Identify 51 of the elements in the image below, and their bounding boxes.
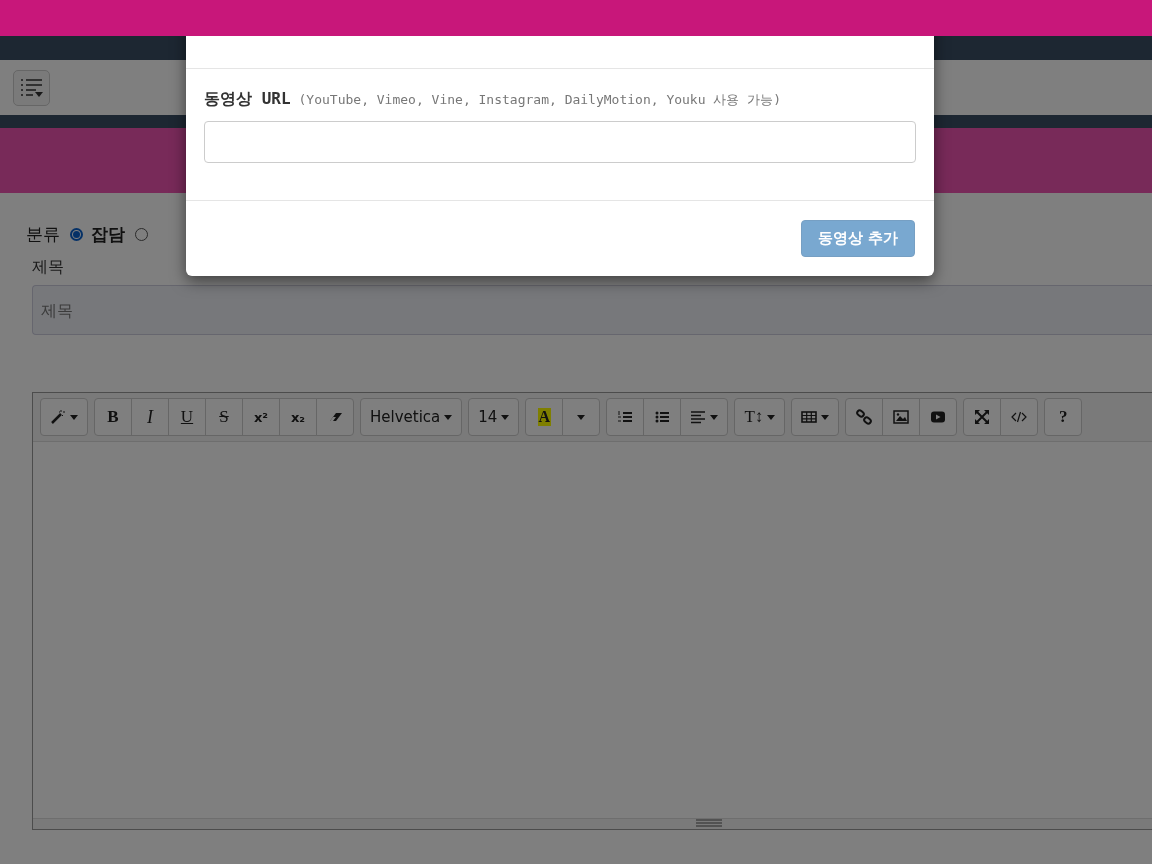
field-hint: (YouTube, Vimeo, Vine, Instagram, DailyMotion, Youku 사용 가능) — [298, 91, 781, 109]
toolbar-button[interactable] — [680, 398, 729, 436]
caret-icon — [444, 414, 453, 420]
fullscreen-icon — [974, 409, 991, 425]
code-icon — [1011, 409, 1028, 425]
image-icon — [893, 409, 910, 425]
toolbar-button[interactable] — [316, 398, 354, 436]
toolbar-button[interactable] — [606, 398, 645, 436]
radio-label: 잡담 — [91, 222, 125, 246]
table-icon — [801, 409, 818, 425]
bullet-list-icon — [654, 409, 671, 425]
caret-icon — [577, 414, 586, 420]
link-icon — [856, 409, 873, 425]
toolbar-button[interactable]: ? — [1044, 398, 1083, 436]
video-icon — [930, 409, 947, 425]
toolbar-button[interactable]: B — [94, 398, 132, 436]
toolbar-button[interactable]: Helvetica — [360, 398, 463, 436]
caret-icon — [821, 414, 830, 420]
toolbar-button[interactable] — [40, 398, 88, 436]
caret-icon — [501, 414, 510, 420]
toolbar-button[interactable] — [643, 398, 682, 436]
toolbar-button[interactable]: T↕ — [734, 398, 786, 436]
toolbar-button[interactable] — [919, 398, 958, 436]
list-icon — [19, 77, 44, 98]
toolbar-button[interactable]: 14 — [468, 398, 520, 436]
caret-icon — [710, 414, 719, 420]
radio-button[interactable] — [135, 227, 148, 241]
toolbar-button[interactable]: I — [131, 398, 169, 436]
caret-icon — [767, 414, 776, 420]
toolbar-button[interactable] — [791, 398, 840, 436]
grip-icon[interactable] — [696, 819, 722, 827]
list-menu-button[interactable] — [13, 69, 50, 106]
toolbar-button[interactable] — [845, 398, 884, 436]
text-color-button[interactable]: A — [525, 398, 564, 436]
toolbar-button[interactable] — [1000, 398, 1039, 436]
toolbar-button[interactable]: U — [168, 398, 206, 436]
toolbar-button[interactable]: x₂ — [279, 398, 317, 436]
ordered-list-icon — [617, 409, 634, 425]
caret-icon — [70, 414, 78, 420]
align-left-icon — [690, 409, 707, 425]
radio-button[interactable] — [70, 227, 83, 241]
title-field[interactable]: 제목 — [32, 285, 1152, 335]
toolbar-button[interactable]: x² — [242, 398, 280, 436]
toolbar-button[interactable] — [963, 398, 1002, 436]
url-field[interactable] — [204, 121, 916, 163]
magic-icon — [50, 409, 66, 425]
toolbar-button[interactable] — [882, 398, 921, 436]
category-label: 분류 — [26, 222, 60, 246]
toolbar-button[interactable]: S — [205, 398, 243, 436]
field-label: 제목 — [32, 257, 65, 278]
field-label: 동영상 URL — [204, 89, 291, 110]
